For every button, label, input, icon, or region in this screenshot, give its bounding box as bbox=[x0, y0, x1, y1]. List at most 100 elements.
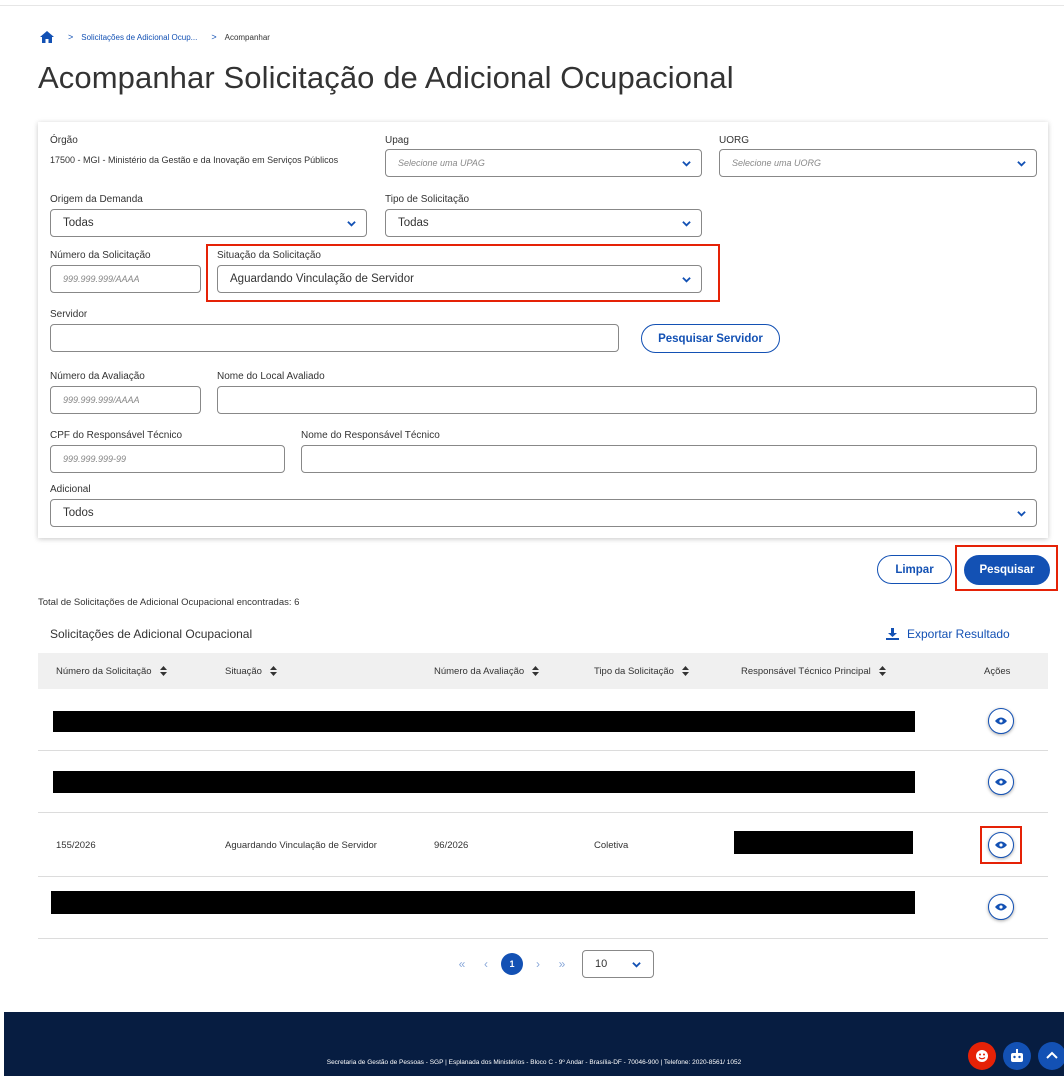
origem-select[interactable]: Todas bbox=[50, 209, 367, 237]
download-icon bbox=[886, 628, 899, 640]
numero-avaliacao-label: Número da Avaliação bbox=[50, 371, 145, 382]
chevron-down-icon bbox=[1017, 511, 1026, 517]
sort-icon bbox=[269, 666, 277, 676]
redaction-bar bbox=[53, 771, 915, 793]
chevron-down-icon bbox=[682, 277, 691, 283]
limpar-button[interactable]: Limpar bbox=[877, 555, 952, 584]
top-border bbox=[0, 0, 1064, 6]
table-row bbox=[38, 877, 1048, 939]
column-header-responsavel[interactable]: Responsável Técnico Principal bbox=[741, 653, 886, 689]
export-button[interactable]: Exportar Resultado bbox=[886, 627, 1010, 641]
origem-label: Origem da Demanda bbox=[50, 194, 143, 205]
servidor-input[interactable] bbox=[50, 324, 619, 352]
numero-solicitacao-label: Número da Solicitação bbox=[50, 250, 151, 261]
redaction-bar bbox=[734, 831, 913, 854]
cpf-responsavel-label: CPF do Responsável Técnico bbox=[50, 430, 183, 441]
view-button[interactable] bbox=[988, 769, 1014, 795]
tipo-value: Todas bbox=[398, 217, 429, 229]
cell-avaliacao: 96/2026 bbox=[434, 839, 469, 851]
sort-icon bbox=[532, 666, 540, 676]
upag-select[interactable]: Selecione uma UPAG bbox=[385, 149, 702, 177]
pagination: « ‹ 1 › » 10 bbox=[448, 950, 654, 978]
breadcrumb-link[interactable]: Solicitações de Adicional Ocup... bbox=[81, 33, 197, 42]
breadcrumb-current: Acompanhar bbox=[224, 32, 270, 42]
column-label: Número da Avaliação bbox=[434, 665, 525, 677]
table-header: Número da Solicitação Situação Número da… bbox=[38, 653, 1048, 689]
origem-value: Todas bbox=[63, 217, 94, 229]
column-label: Situação bbox=[225, 665, 262, 677]
numero-avaliacao-placeholder: 999.999.999/AAAA bbox=[63, 395, 140, 405]
eye-icon bbox=[995, 717, 1007, 725]
table-title: Solicitações de Adicional Ocupacional bbox=[50, 627, 253, 641]
sort-icon bbox=[878, 666, 886, 676]
cell-situacao: Aguardando Vinculação de Servidor bbox=[225, 839, 377, 851]
numero-avaliacao-input[interactable]: 999.999.999/AAAA bbox=[50, 386, 201, 414]
nome-responsavel-input[interactable] bbox=[301, 445, 1037, 473]
local-avaliado-label: Nome do Local Avaliado bbox=[217, 371, 325, 382]
situacao-value: Aguardando Vinculação de Servidor bbox=[230, 273, 414, 285]
adicional-value: Todos bbox=[63, 507, 94, 519]
pesquisar-servidor-button[interactable]: Pesquisar Servidor bbox=[641, 324, 780, 353]
adicional-select[interactable]: Todos bbox=[50, 499, 1037, 527]
page-size-value: 10 bbox=[595, 958, 608, 970]
view-button[interactable] bbox=[988, 832, 1014, 858]
numero-solicitacao-input[interactable]: 999.999.999/AAAA bbox=[50, 265, 201, 293]
filter-card: Órgão 17500 - MGI - Ministério da Gestão… bbox=[38, 122, 1048, 538]
uorg-placeholder: Selecione uma UORG bbox=[732, 158, 822, 168]
uorg-label: UORG bbox=[719, 135, 749, 146]
column-header-tipo[interactable]: Tipo da Solicitação bbox=[594, 653, 689, 689]
pesquisar-button[interactable]: Pesquisar bbox=[964, 555, 1050, 585]
home-icon[interactable] bbox=[40, 31, 54, 43]
first-page-icon[interactable]: « bbox=[448, 957, 476, 971]
column-header-situacao[interactable]: Situação bbox=[225, 653, 277, 689]
breadcrumb: > Solicitações de Adicional Ocup... > Ac… bbox=[40, 30, 270, 44]
breadcrumb-separator-icon: > bbox=[68, 32, 74, 42]
table-row: 155/2026 Aguardando Vinculação de Servid… bbox=[38, 813, 1048, 877]
redaction-bar bbox=[51, 891, 915, 914]
export-label: Exportar Resultado bbox=[907, 627, 1010, 641]
nome-responsavel-label: Nome do Responsável Técnico bbox=[301, 430, 440, 441]
column-label: Número da Solicitação bbox=[56, 665, 152, 677]
column-header-numero[interactable]: Número da Solicitação bbox=[56, 653, 167, 689]
feedback-button[interactable] bbox=[968, 1042, 996, 1070]
table-row bbox=[38, 751, 1048, 813]
chevron-down-icon bbox=[682, 161, 691, 167]
sort-icon bbox=[681, 666, 689, 676]
chevron-up-icon bbox=[1046, 1051, 1058, 1059]
prev-page-icon[interactable]: ‹ bbox=[476, 957, 496, 971]
cell-tipo: Coletiva bbox=[594, 839, 629, 851]
sort-icon bbox=[159, 666, 167, 676]
eye-icon bbox=[995, 841, 1007, 849]
cpf-responsavel-input[interactable]: 999.999.999-99 bbox=[50, 445, 285, 473]
chevron-down-icon bbox=[682, 221, 691, 227]
local-avaliado-input[interactable] bbox=[217, 386, 1037, 414]
tipo-select[interactable]: Todas bbox=[385, 209, 702, 237]
situacao-select[interactable]: Aguardando Vinculação de Servidor bbox=[217, 265, 702, 293]
last-page-icon[interactable]: » bbox=[548, 957, 576, 971]
column-header-avaliacao[interactable]: Número da Avaliação bbox=[434, 653, 540, 689]
upag-label: Upag bbox=[385, 135, 409, 146]
next-page-icon[interactable]: › bbox=[528, 957, 548, 971]
redaction-bar bbox=[53, 711, 915, 732]
page-current[interactable]: 1 bbox=[501, 953, 523, 975]
breadcrumb-separator-icon: > bbox=[211, 32, 217, 42]
column-header-acoes: Ações bbox=[984, 665, 1011, 677]
footer-text: Secretaria de Gestão de Pessoas - SGP | … bbox=[326, 1059, 742, 1066]
chevron-down-icon bbox=[632, 962, 641, 968]
smiley-icon bbox=[976, 1050, 988, 1062]
view-button[interactable] bbox=[988, 894, 1014, 920]
tipo-label: Tipo de Solicitação bbox=[385, 194, 470, 205]
uorg-select[interactable]: Selecione uma UORG bbox=[719, 149, 1037, 177]
situacao-label: Situação da Solicitação bbox=[217, 250, 321, 261]
view-button[interactable] bbox=[988, 708, 1014, 734]
column-label: Tipo da Solicitação bbox=[594, 665, 674, 677]
chatbot-button[interactable] bbox=[1003, 1042, 1031, 1070]
scroll-top-button[interactable] bbox=[1038, 1042, 1064, 1070]
adicional-label: Adicional bbox=[50, 484, 91, 495]
orgao-value: 17500 - MGI - Ministério da Gestão e da … bbox=[50, 155, 339, 165]
upag-placeholder: Selecione uma UPAG bbox=[398, 158, 485, 168]
results-total: Total de Solicitações de Adicional Ocupa… bbox=[38, 597, 300, 608]
numero-solicitacao-placeholder: 999.999.999/AAAA bbox=[63, 274, 140, 284]
column-label: Responsável Técnico Principal bbox=[741, 665, 871, 677]
page-size-select[interactable]: 10 bbox=[582, 950, 654, 978]
